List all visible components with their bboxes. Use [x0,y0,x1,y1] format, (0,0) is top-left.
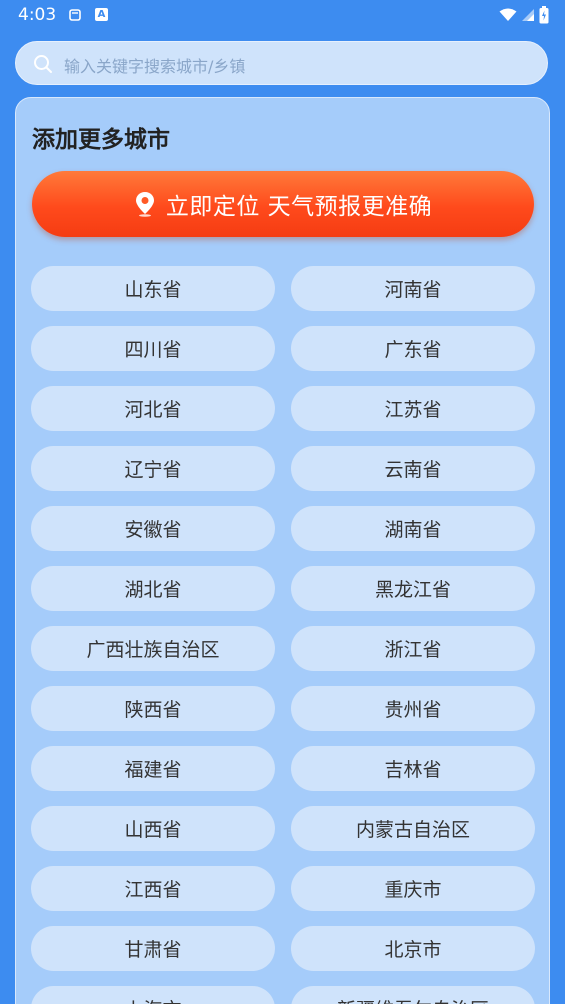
province-item[interactable]: 陕西省 [31,686,275,731]
province-item[interactable]: 云南省 [291,446,535,491]
location-pin-icon [135,192,154,217]
province-item[interactable]: 贵州省 [291,686,535,731]
province-item[interactable]: 四川省 [31,326,275,371]
province-item[interactable]: 北京市 [291,926,535,971]
search-bar[interactable]: 输入关键字搜索城市/乡镇 [15,41,548,85]
signal-icon [522,9,534,21]
locate-button[interactable]: 立即定位 天气预报更准确 [32,171,534,237]
province-item[interactable]: 广东省 [291,326,535,371]
add-city-card: 添加更多城市 立即定位 天气预报更准确 山东省 河南省 四川省 广东省 河北省 … [15,97,550,1004]
battery-icon [539,6,549,24]
province-item[interactable]: 江西省 [31,866,275,911]
app-icon: A [95,8,108,21]
status-indicators [499,6,549,24]
province-item[interactable]: 山东省 [31,266,275,311]
status-time: 4:03 [18,5,57,25]
province-item[interactable]: 福建省 [31,746,275,791]
status-bar: 4:03 A [0,0,565,32]
province-item[interactable]: 甘肃省 [31,926,275,971]
province-item[interactable]: 广西壮族自治区 [31,626,275,671]
province-item[interactable]: 上海市 [31,986,275,1004]
province-item[interactable]: 河北省 [31,386,275,431]
province-item[interactable]: 黑龙江省 [291,566,535,611]
province-item[interactable]: 河南省 [291,266,535,311]
province-item[interactable]: 辽宁省 [31,446,275,491]
province-grid: 山东省 河南省 四川省 广东省 河北省 江苏省 辽宁省 云南省 安徽省 湖南省 … [31,266,536,1004]
province-item[interactable]: 浙江省 [291,626,535,671]
province-item[interactable]: 新疆维吾尔自治区 [291,986,535,1004]
search-icon [34,55,52,73]
province-item[interactable]: 内蒙古自治区 [291,806,535,851]
wifi-icon [499,8,517,21]
province-item[interactable]: 重庆市 [291,866,535,911]
search-input[interactable]: 输入关键字搜索城市/乡镇 [64,53,245,77]
province-item[interactable]: 吉林省 [291,746,535,791]
province-item[interactable]: 湖南省 [291,506,535,551]
province-item[interactable]: 山西省 [31,806,275,851]
province-item[interactable]: 江苏省 [291,386,535,431]
card-title: 添加更多城市 [32,127,170,153]
notification-icon [69,9,81,21]
locate-label: 立即定位 天气预报更准确 [165,194,433,220]
province-item[interactable]: 湖北省 [31,566,275,611]
province-item[interactable]: 安徽省 [31,506,275,551]
